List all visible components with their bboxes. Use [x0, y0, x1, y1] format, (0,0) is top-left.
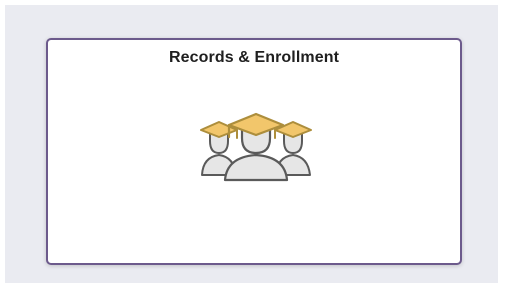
tile-title: Records & Enrollment	[168, 49, 340, 66]
records-enrollment-tile[interactable]: Records & Enrollment	[46, 38, 462, 265]
center-graduate	[223, 112, 289, 182]
graduates-icon	[200, 112, 312, 182]
